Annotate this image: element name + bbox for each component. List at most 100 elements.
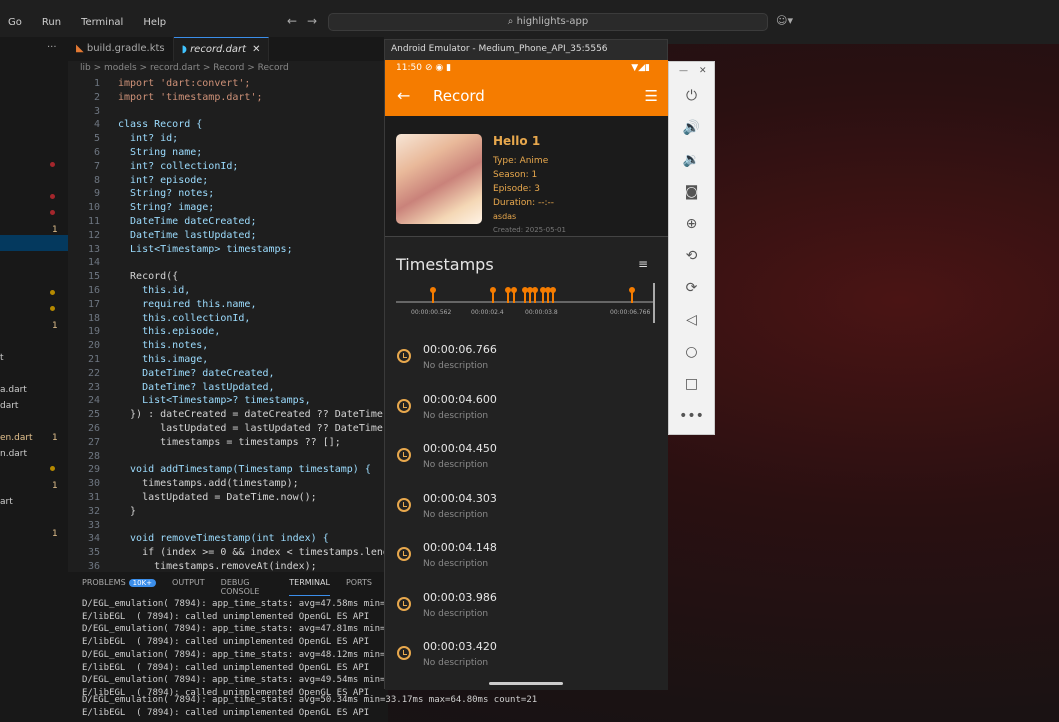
tab-label: build.gradle.kts	[86, 43, 165, 54]
code-line: import 'timestamp.dart';	[118, 91, 263, 103]
line-number: 23	[87, 381, 100, 393]
menu-icon[interactable]: ☰	[645, 87, 658, 105]
rotate-right-icon[interactable]: ⟳	[669, 274, 714, 302]
app-title: Record	[433, 87, 485, 105]
sidebar-file[interactable]: dart	[0, 401, 18, 411]
camera-icon[interactable]: ◙	[669, 178, 714, 206]
line-number: 35	[87, 547, 100, 559]
line-number: 14	[87, 257, 100, 269]
volume-up-icon[interactable]: 🔊	[669, 114, 714, 142]
menu-terminal[interactable]: Terminal	[81, 17, 123, 28]
zoom-icon[interactable]: ⊕	[669, 210, 714, 238]
problem-count: 1	[52, 481, 58, 491]
menu-run[interactable]: Run	[42, 17, 61, 28]
gesture-bar[interactable]	[489, 682, 563, 685]
code-line: required this.name,	[118, 298, 257, 310]
timestamp-item[interactable]: 00:00:06.766 No description	[385, 335, 668, 383]
tab-terminal[interactable]: TERMINAL	[289, 578, 330, 596]
timestamp-item[interactable]: 00:00:04.600 No description	[385, 385, 668, 433]
power-icon[interactable]: ⏻	[669, 82, 714, 110]
timestamp-timeline[interactable]: 00:00:00.562 00:00:02.4 00:00:03.8 00:00…	[385, 283, 668, 323]
line-number: 25	[87, 409, 100, 421]
timestamp-item[interactable]: 00:00:03.420 No description	[385, 632, 668, 680]
sidebar-file[interactable]: t	[0, 353, 4, 363]
sidebar-file[interactable]: a.dart	[0, 385, 27, 395]
notification-icons: ⊘ ◉ ▮	[425, 63, 452, 73]
clock-icon	[397, 646, 411, 660]
timestamp-description: No description	[423, 608, 489, 619]
tab-debug-console[interactable]: DEBUG CONSOLE	[221, 578, 274, 596]
error-dot	[50, 162, 55, 167]
sort-icon[interactable]: ≡	[638, 257, 648, 271]
command-center-search[interactable]: ⌕ highlights-app	[328, 13, 768, 31]
rotate-left-icon[interactable]: ⟲	[669, 242, 714, 270]
line-number: 27	[87, 436, 100, 448]
timeline-pin-head	[489, 287, 496, 293]
sidebar-file[interactable]: n.dart	[0, 449, 27, 459]
minimize-icon[interactable]: —	[679, 66, 688, 76]
explorer-panel: ··· t a.dart dart en.dart n.dart art 1 1…	[0, 37, 68, 722]
line-number: 4	[93, 119, 100, 131]
status-bar: 11:50 ⊘ ◉ ▮ ▼◢▮	[385, 60, 668, 78]
tab-label: record.dart	[190, 44, 247, 55]
timestamp-description: No description	[423, 460, 489, 470]
sidebar-file[interactable]: en.dart	[0, 433, 33, 443]
timeline-pin-head	[629, 287, 635, 293]
line-number: 21	[87, 354, 100, 365]
record-card[interactable]: Hello 1 Type: Anime Season: 1 Episode: 3…	[385, 116, 668, 236]
line-number: 11	[87, 216, 100, 227]
code-line: timestamps.add(timestamp);	[118, 478, 299, 490]
phone-screen[interactable]: 11:50 ⊘ ◉ ▮ ▼◢▮ ← Record ☰ Hello 1 Type:…	[385, 60, 668, 690]
code-editor[interactable]: ◣ build.gradle.kts ◗ record.dart ✕ lib > …	[68, 37, 384, 572]
tab-build-gradle[interactable]: ◣ build.gradle.kts	[68, 37, 174, 61]
code-line: this.episode,	[118, 326, 221, 338]
code-line: if (index >= 0 && index < timestamps.len…	[118, 547, 384, 559]
sidebar-file[interactable]: art	[0, 497, 13, 507]
nav-arrows[interactable]: ←→	[287, 14, 327, 28]
menu-go[interactable]: Go	[8, 17, 22, 28]
terminal-output[interactable]: D/EGL_emulation( 7894): app_time_stats: …	[82, 598, 388, 700]
explorer-selected-row[interactable]	[0, 235, 68, 251]
line-number: 2	[93, 91, 100, 103]
line-number: 22	[87, 367, 100, 379]
line-number: 28	[87, 450, 100, 462]
home-icon[interactable]: ○	[669, 338, 714, 366]
clock-icon	[397, 497, 411, 512]
timestamp-description: No description	[423, 559, 489, 569]
back-arrow-icon[interactable]: ←	[397, 86, 410, 105]
menu-help[interactable]: Help	[143, 17, 166, 28]
line-number: 30	[87, 478, 100, 490]
timeline-scrollbar[interactable]	[653, 283, 655, 323]
clock-icon	[397, 398, 411, 413]
timestamp-item[interactable]: 00:00:04.303 No description	[385, 484, 668, 532]
error-dot	[50, 210, 55, 215]
timestamp-item[interactable]: 00:00:04.450 No description	[385, 434, 668, 482]
tab-record-dart[interactable]: ◗ record.dart ✕	[173, 37, 270, 61]
overview-icon[interactable]: □	[669, 370, 714, 398]
emulator-window: Android Emulator - Medium_Phone_API_35:5…	[384, 39, 668, 690]
line-number: 13	[87, 243, 100, 255]
more-actions-icon[interactable]: ···	[47, 42, 57, 53]
line-number: 8	[93, 174, 100, 186]
volume-down-icon[interactable]: 🔉	[669, 146, 714, 174]
code-line: lastUpdated = lastUpdated ?? DateTime.no…	[118, 423, 384, 434]
timestamp-time: 00:00:03.986	[423, 590, 497, 604]
breadcrumb[interactable]: lib > models > record.dart > Record > Re…	[80, 63, 289, 73]
tab-output[interactable]: OUTPUT	[172, 578, 205, 596]
timeline-label: 00:00:03.8	[525, 309, 558, 316]
timestamp-item[interactable]: 00:00:04.148 No description	[385, 533, 668, 581]
close-icon[interactable]: ✕	[699, 66, 707, 76]
close-icon[interactable]: ✕	[252, 44, 260, 55]
tab-ports[interactable]: PORTS	[346, 578, 372, 596]
tab-problems[interactable]: PROBLEMS 10K+	[82, 578, 157, 596]
copilot-icon[interactable]: ☺▾	[776, 14, 793, 27]
more-icon[interactable]: •••	[669, 402, 714, 430]
error-dot	[50, 194, 55, 199]
line-number: 26	[87, 423, 100, 434]
line-number: 17	[87, 298, 100, 310]
code-line: this.notes,	[118, 340, 209, 352]
record-thumbnail	[396, 134, 482, 224]
code-line: String? notes;	[118, 188, 215, 200]
timestamp-item[interactable]: 00:00:03.986 No description	[385, 583, 668, 631]
back-icon[interactable]: ◁	[669, 306, 714, 334]
